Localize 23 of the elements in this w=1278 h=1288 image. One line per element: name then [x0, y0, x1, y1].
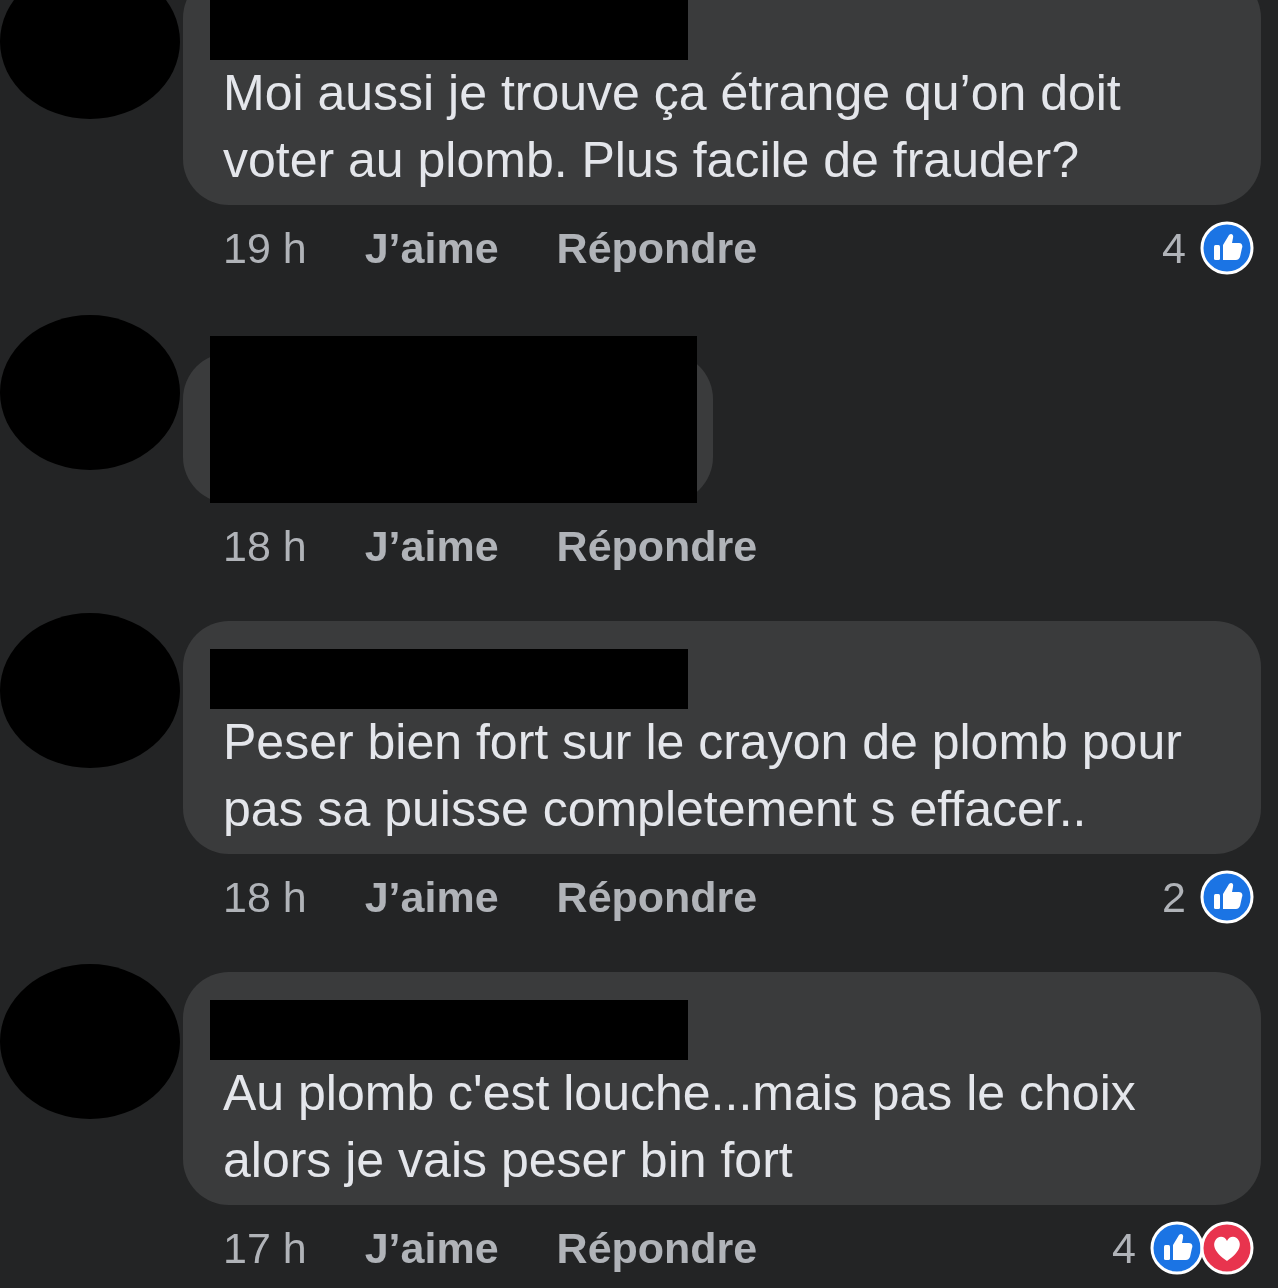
timestamp: 17 h	[223, 1223, 307, 1273]
avatar[interactable]	[0, 0, 180, 119]
comment-text: Moi aussi je trouve ça étrange qu’on doit voter au plomb. Plus facile de frauder?	[223, 64, 1122, 190]
reply-link[interactable]: Répondre	[556, 521, 758, 571]
reaction-count: 4	[1112, 1223, 1136, 1273]
like-reaction-icon	[1200, 221, 1254, 275]
timestamp: 18 h	[223, 521, 307, 571]
reply-link[interactable]: Répondre	[556, 1223, 758, 1273]
comment-text: Au plomb c'est louche...mais pas le choix alors je vais peser bin fort	[223, 1064, 1137, 1190]
like-link[interactable]: J’aime	[364, 872, 499, 922]
timestamp: 18 h	[223, 872, 307, 922]
like-link[interactable]: J’aime	[364, 521, 499, 571]
reply-link[interactable]: Répondre	[556, 223, 758, 273]
timestamp: 19 h	[223, 223, 307, 273]
heart-reaction-icon	[1200, 1221, 1254, 1275]
like-reaction-icon	[1200, 870, 1254, 924]
reply-link[interactable]: Répondre	[556, 872, 758, 922]
like-link[interactable]: J’aime	[364, 1223, 499, 1273]
like-reaction-icon	[1150, 1221, 1204, 1275]
reaction-count: 2	[1162, 872, 1186, 922]
reaction-count: 4	[1162, 223, 1186, 273]
like-link[interactable]: J’aime	[364, 223, 499, 273]
comment-text: Peser bien fort sur le crayon de plomb pour pas sa puisse completement s effacer..	[223, 713, 1183, 839]
